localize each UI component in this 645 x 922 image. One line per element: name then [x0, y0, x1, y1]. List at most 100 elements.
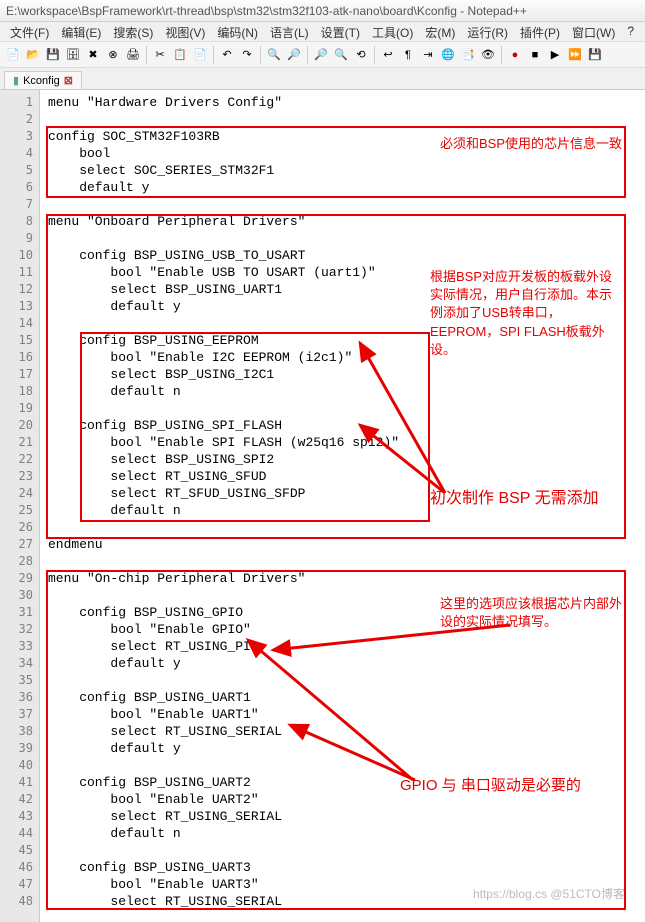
- code-line[interactable]: menu "Onboard Peripheral Drivers": [48, 213, 645, 230]
- code-line[interactable]: config BSP_USING_SPI_FLASH: [48, 417, 645, 434]
- code-line[interactable]: endmenu: [48, 536, 645, 553]
- redo-icon[interactable]: ↷: [238, 46, 256, 64]
- code-line[interactable]: default y: [48, 655, 645, 672]
- tab-close-icon[interactable]: ⊠: [64, 74, 73, 87]
- menu-window[interactable]: 窗口(W): [566, 22, 621, 41]
- record-icon[interactable]: ●: [506, 46, 524, 64]
- code-line[interactable]: select RT_USING_SERIAL: [48, 808, 645, 825]
- fast-icon[interactable]: ⏩: [566, 46, 584, 64]
- code-line[interactable]: bool "Enable UART1": [48, 706, 645, 723]
- close-icon[interactable]: ✖: [84, 46, 102, 64]
- play-icon[interactable]: ▶: [546, 46, 564, 64]
- zoom-in-icon[interactable]: 🔎: [312, 46, 330, 64]
- code-line[interactable]: config BSP_USING_UART1: [48, 689, 645, 706]
- paste-icon[interactable]: 📄: [191, 46, 209, 64]
- code-line[interactable]: bool "Enable GPIO": [48, 621, 645, 638]
- sync-icon[interactable]: ⟲: [352, 46, 370, 64]
- line-number: 12: [0, 281, 33, 298]
- code-line[interactable]: [48, 111, 645, 128]
- code-line[interactable]: default y: [48, 179, 645, 196]
- wrap-icon[interactable]: ↩: [379, 46, 397, 64]
- stop-icon[interactable]: ■: [526, 46, 544, 64]
- monitor-icon[interactable]: 👁: [479, 46, 497, 64]
- code-line[interactable]: select RT_SFUD_USING_SFDP: [48, 485, 645, 502]
- separator: [146, 46, 147, 64]
- menu-search[interactable]: 搜索(S): [107, 22, 159, 41]
- code-line[interactable]: menu "On-chip Peripheral Drivers": [48, 570, 645, 587]
- code-line[interactable]: config SOC_STM32F103RB: [48, 128, 645, 145]
- line-number: 48: [0, 893, 33, 910]
- save-macro-icon[interactable]: 💾: [586, 46, 604, 64]
- code-line[interactable]: [48, 672, 645, 689]
- menu-tools[interactable]: 工具(O): [366, 22, 419, 41]
- doc-icon[interactable]: 📑: [459, 46, 477, 64]
- code-line[interactable]: config BSP_USING_UART3: [48, 859, 645, 876]
- code-line[interactable]: [48, 196, 645, 213]
- new-icon[interactable]: 📄: [4, 46, 22, 64]
- code-line[interactable]: bool: [48, 145, 645, 162]
- menu-plugins[interactable]: 插件(P): [514, 22, 566, 41]
- code-line[interactable]: [48, 842, 645, 859]
- tab-kconfig[interactable]: ▮ Kconfig ⊠: [4, 71, 82, 89]
- code-line[interactable]: config BSP_USING_UART2: [48, 774, 645, 791]
- line-number: 19: [0, 400, 33, 417]
- code-line[interactable]: select BSP_USING_SPI2: [48, 451, 645, 468]
- save-icon[interactable]: 💾: [44, 46, 62, 64]
- code-line[interactable]: default y: [48, 740, 645, 757]
- cut-icon[interactable]: ✂: [151, 46, 169, 64]
- code-line[interactable]: default y: [48, 298, 645, 315]
- close-all-icon[interactable]: ⊗: [104, 46, 122, 64]
- menu-help[interactable]: ?: [621, 22, 640, 41]
- open-icon[interactable]: 📂: [24, 46, 42, 64]
- code-line[interactable]: [48, 587, 645, 604]
- code-line[interactable]: select RT_USING_SERIAL: [48, 723, 645, 740]
- undo-icon[interactable]: ↶: [218, 46, 236, 64]
- editor-area[interactable]: 1234567891011121314151617181920212223242…: [0, 90, 645, 922]
- separator: [501, 46, 502, 64]
- line-number: 10: [0, 247, 33, 264]
- code-line[interactable]: default n: [48, 825, 645, 842]
- print-icon[interactable]: 🖨: [124, 46, 142, 64]
- code-line[interactable]: [48, 315, 645, 332]
- replace-icon[interactable]: 🔎: [285, 46, 303, 64]
- indent-icon[interactable]: ⇥: [419, 46, 437, 64]
- code-line[interactable]: [48, 757, 645, 774]
- menu-settings[interactable]: 设置(T): [315, 22, 366, 41]
- find-icon[interactable]: 🔍: [265, 46, 283, 64]
- code-line[interactable]: menu "Hardware Drivers Config": [48, 94, 645, 111]
- menu-file[interactable]: 文件(F): [4, 22, 55, 41]
- code-line[interactable]: bool "Enable USB TO USART (uart1)": [48, 264, 645, 281]
- line-number: 45: [0, 842, 33, 859]
- code-line[interactable]: config BSP_USING_EEPROM: [48, 332, 645, 349]
- code-line[interactable]: default n: [48, 383, 645, 400]
- code-line[interactable]: [48, 553, 645, 570]
- line-number: 17: [0, 366, 33, 383]
- code-line[interactable]: [48, 230, 645, 247]
- copy-icon[interactable]: 📋: [171, 46, 189, 64]
- code-line[interactable]: select RT_USING_SFUD: [48, 468, 645, 485]
- code-line[interactable]: default n: [48, 502, 645, 519]
- code-line[interactable]: config BSP_USING_USB_TO_USART: [48, 247, 645, 264]
- menu-macro[interactable]: 宏(M): [419, 22, 461, 41]
- menu-encoding[interactable]: 编码(N): [211, 22, 264, 41]
- code-line[interactable]: bool "Enable UART2": [48, 791, 645, 808]
- code-line[interactable]: select SOC_SERIES_STM32F1: [48, 162, 645, 179]
- code-line[interactable]: bool "Enable SPI FLASH (w25q16 spi2)": [48, 434, 645, 451]
- menu-language[interactable]: 语言(L): [264, 22, 315, 41]
- code-line[interactable]: select BSP_USING_I2C1: [48, 366, 645, 383]
- save-all-icon[interactable]: 🗄: [64, 46, 82, 64]
- code-line[interactable]: select RT_USING_PIN: [48, 638, 645, 655]
- show-all-icon[interactable]: ¶: [399, 46, 417, 64]
- line-number: 35: [0, 672, 33, 689]
- menu-run[interactable]: 运行(R): [461, 22, 514, 41]
- menu-view[interactable]: 视图(V): [159, 22, 211, 41]
- code-line[interactable]: [48, 400, 645, 417]
- zoom-out-icon[interactable]: 🔍: [332, 46, 350, 64]
- code-line[interactable]: bool "Enable I2C EEPROM (i2c1)": [48, 349, 645, 366]
- code-line[interactable]: select BSP_USING_UART1: [48, 281, 645, 298]
- code-line[interactable]: config BSP_USING_GPIO: [48, 604, 645, 621]
- lang-icon[interactable]: 🌐: [439, 46, 457, 64]
- menu-edit[interactable]: 编辑(E): [55, 22, 107, 41]
- code-line[interactable]: [48, 519, 645, 536]
- code-content[interactable]: menu "Hardware Drivers Config" config SOC…: [40, 90, 645, 922]
